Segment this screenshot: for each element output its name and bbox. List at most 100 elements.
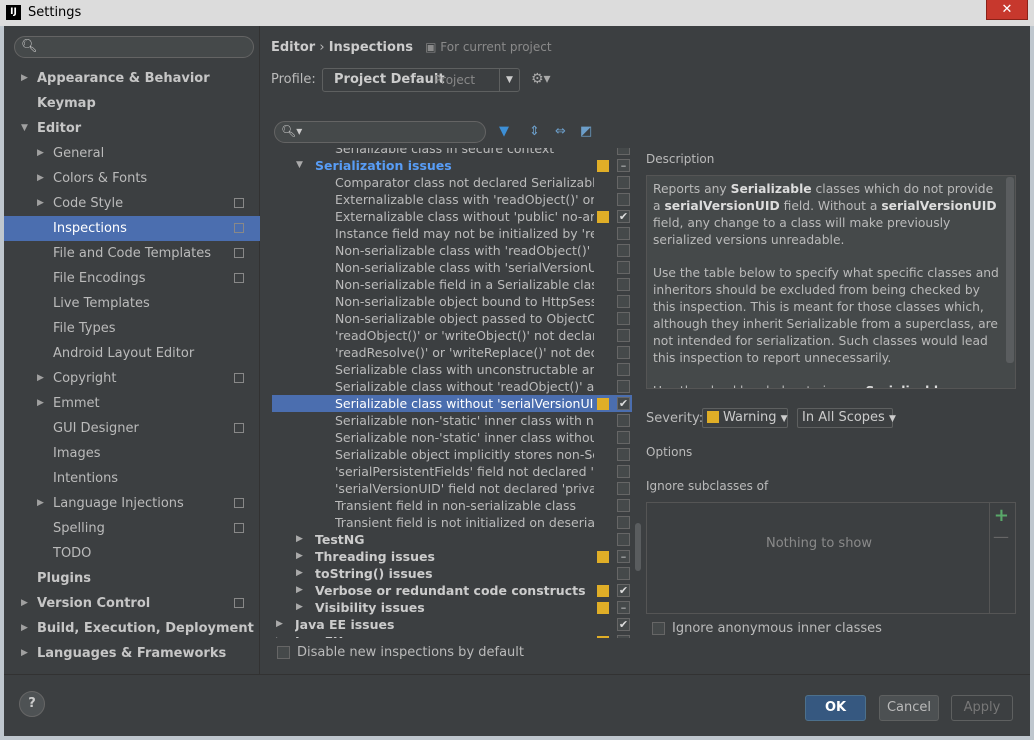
inspection-checkbox[interactable]	[617, 363, 630, 376]
inspection-group-row[interactable]: ▶ JavaFX	[272, 633, 632, 638]
inspection-checkbox[interactable]	[617, 380, 630, 393]
inspection-checkbox[interactable]	[617, 227, 630, 240]
inspection-row[interactable]: Serializable class with unconstructable …	[272, 361, 632, 378]
sidebar-item[interactable]: TODO	[4, 541, 260, 566]
inspection-row[interactable]: Serializable object implicitly stores no…	[272, 446, 632, 463]
inspection-row[interactable]: Externalizable class with 'readObject()'…	[272, 191, 632, 208]
sidebar-item[interactable]: ▶ General	[4, 141, 260, 166]
inspection-row[interactable]: Non-serializable class with 'serialVersi…	[272, 259, 632, 276]
inspection-checkbox[interactable]	[617, 193, 630, 206]
inspection-checkbox[interactable]: ✔	[617, 618, 630, 631]
inspection-row[interactable]: Non-serializable object bound to HttpSes…	[272, 293, 632, 310]
expand-all-icon[interactable]: ⇕	[529, 124, 540, 139]
sidebar-item[interactable]: Inspections	[4, 216, 260, 241]
inspection-row[interactable]: Transient field in non-serializable clas…	[272, 497, 632, 514]
expanded-arrow-icon[interactable]: ▼	[296, 157, 303, 174]
inspection-checkbox[interactable]: ✔	[617, 584, 630, 597]
inspection-checkbox[interactable]	[617, 244, 630, 257]
inspection-group-row[interactable]: ▶ toString() issues	[272, 565, 632, 582]
collapsed-arrow-icon[interactable]: ▶	[37, 191, 44, 216]
collapsed-arrow-icon[interactable]: ▶	[37, 391, 44, 416]
inspection-checkbox[interactable]	[617, 278, 630, 291]
sidebar-item[interactable]: Spelling	[4, 516, 260, 541]
sidebar-item[interactable]: File and Code Templates	[4, 241, 260, 266]
gear-icon[interactable]: ⚙▾	[531, 71, 551, 87]
filter-icon[interactable]: ▼	[499, 124, 509, 139]
inspection-checkbox[interactable]: –	[617, 601, 630, 614]
sidebar-item[interactable]: ▶ Version Control	[4, 591, 260, 616]
collapsed-arrow-icon[interactable]: ▶	[296, 599, 303, 616]
profile-select[interactable]: Project Default Project ▼	[322, 68, 520, 92]
collapsed-arrow-icon[interactable]: ▶	[37, 141, 44, 166]
checkbox-box[interactable]	[652, 622, 665, 635]
inspection-row[interactable]: Transient field is not initialized on de…	[272, 514, 632, 531]
inspection-checkbox[interactable]	[617, 516, 630, 529]
help-icon[interactable]: ?	[19, 691, 45, 717]
sidebar-item[interactable]: ▶ Emmet	[4, 391, 260, 416]
sidebar-item[interactable]: ▶ Appearance & Behavior	[4, 66, 260, 91]
inspection-checkbox[interactable]	[617, 567, 630, 580]
inspection-row[interactable]: Serializable non-'static' inner class wi…	[272, 429, 632, 446]
inspection-checkbox[interactable]: –	[617, 159, 630, 172]
cancel-button[interactable]: Cancel	[879, 695, 939, 721]
inspection-row[interactable]: Non-serializable object passed to Object…	[272, 310, 632, 327]
inspection-checkbox[interactable]	[617, 176, 630, 189]
inspection-row[interactable]: Non-serializable class with 'readObject(…	[272, 242, 632, 259]
inspection-checkbox[interactable]	[617, 499, 630, 512]
inspection-row[interactable]: Non-serializable field in a Serializable…	[272, 276, 632, 293]
collapsed-arrow-icon[interactable]: ▶	[21, 616, 28, 641]
inspection-group-row[interactable]: ▼ Serialization issues –	[272, 157, 632, 174]
inspection-row[interactable]: Serializable class in secure context	[272, 148, 632, 157]
inspection-row[interactable]: Serializable non-'static' inner class wi…	[272, 412, 632, 429]
inspection-checkbox[interactable]	[617, 465, 630, 478]
collapse-all-icon[interactable]: ⇔	[555, 124, 566, 139]
sidebar-item[interactable]: Plugins	[4, 566, 260, 591]
inspections-filter-input[interactable]: 🔍︎▾	[274, 121, 486, 143]
inspection-row[interactable]: 'serialPersistentFields' field not decla…	[272, 463, 632, 480]
expanded-arrow-icon[interactable]: ▼	[21, 116, 28, 141]
inspection-checkbox[interactable]: ✔	[617, 397, 630, 410]
collapsed-arrow-icon[interactable]: ▶	[276, 616, 283, 633]
apply-button[interactable]: Apply	[951, 695, 1013, 721]
inspection-group-row[interactable]: ▶ Visibility issues –	[272, 599, 632, 616]
inspection-group-row[interactable]: ▶ Threading issues –	[272, 548, 632, 565]
inspection-group-row[interactable]: ▶ Java EE issues ✔	[272, 616, 632, 633]
ok-button[interactable]: OK	[805, 695, 866, 721]
inspection-row[interactable]: Serializable class without 'serialVersio…	[272, 395, 632, 412]
scope-select[interactable]: In All Scopes ▼	[797, 408, 896, 428]
inspection-row[interactable]: Externalizable class without 'public' no…	[272, 208, 632, 225]
checkbox-box[interactable]	[277, 646, 290, 659]
inspection-checkbox[interactable]	[617, 148, 630, 155]
ignore-subclasses-list[interactable]: Nothing to show + —	[646, 502, 1016, 614]
inspection-checkbox[interactable]	[617, 329, 630, 342]
description-scrollbar[interactable]	[1006, 177, 1014, 363]
sidebar-item[interactable]: ▶ Colors & Fonts	[4, 166, 260, 191]
sidebar-item[interactable]: Live Templates	[4, 291, 260, 316]
sidebar-item[interactable]: GUI Designer	[4, 416, 260, 441]
sidebar-item[interactable]: ▶ Build, Execution, Deployment	[4, 616, 260, 641]
collapsed-arrow-icon[interactable]: ▶	[296, 531, 303, 548]
inspections-scrollbar[interactable]	[633, 148, 643, 638]
inspection-checkbox[interactable]	[617, 482, 630, 495]
inspection-checkbox[interactable]	[617, 295, 630, 308]
collapsed-arrow-icon[interactable]: ▶	[296, 582, 303, 599]
collapsed-arrow-icon[interactable]: ▶	[37, 366, 44, 391]
inspection-checkbox[interactable]	[617, 448, 630, 461]
inspection-checkbox[interactable]	[617, 635, 630, 638]
inspection-row[interactable]: Instance field may not be initialized by…	[272, 225, 632, 242]
sidebar-item[interactable]: ▶ Language Injections	[4, 491, 260, 516]
sidebar-item[interactable]: File Types	[4, 316, 260, 341]
inspection-row[interactable]: Serializable class without 'readObject()…	[272, 378, 632, 395]
inspection-row[interactable]: Comparator class not declared Serializab…	[272, 174, 632, 191]
severity-select[interactable]: Warning ▼	[702, 408, 788, 428]
collapsed-arrow-icon[interactable]: ▶	[37, 491, 44, 516]
sidebar-item[interactable]: Images	[4, 441, 260, 466]
inspection-checkbox[interactable]	[617, 533, 630, 546]
inspection-checkbox[interactable]	[617, 414, 630, 427]
sidebar-item[interactable]: Intentions	[4, 466, 260, 491]
inspection-checkbox[interactable]: ✔	[617, 210, 630, 223]
sidebar-item[interactable]: Android Layout Editor	[4, 341, 260, 366]
inspection-row[interactable]: 'serialVersionUID' field not declared 'p…	[272, 480, 632, 497]
sidebar-item[interactable]: ▶ Copyright	[4, 366, 260, 391]
remove-icon[interactable]: —	[993, 527, 1009, 546]
